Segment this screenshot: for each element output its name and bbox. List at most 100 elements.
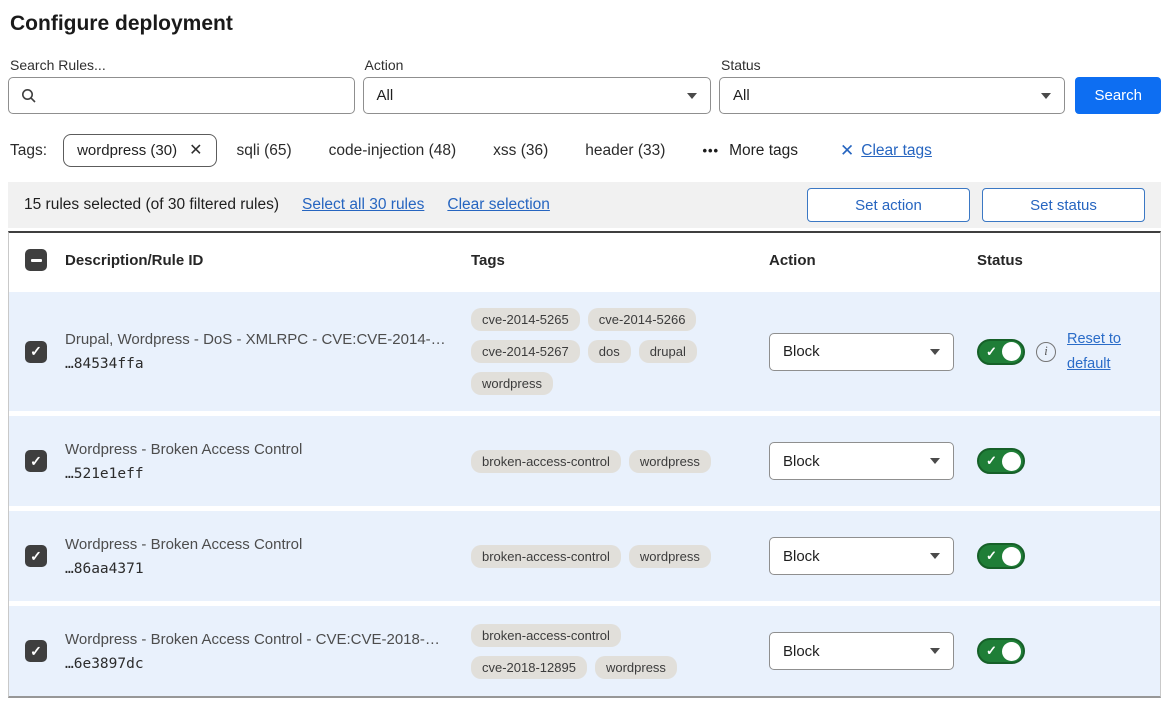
table-row: ✓ Drupal, Wordpress - DoS - XMLRPC - CVE… [9,292,1160,411]
tag-link-code-injection[interactable]: code-injection (48) [329,142,457,160]
selection-summary: 15 rules selected (of 30 filtered rules) [24,196,279,214]
tags-label: Tags: [10,142,47,160]
row-checkbox[interactable]: ✓ [25,341,47,363]
configure-deployment-page: Configure deployment Search Rules... Act… [0,0,1167,698]
column-header-status: Status [977,252,1160,269]
column-header-tags: Tags [471,252,761,269]
row-checkbox[interactable]: ✓ [25,640,47,662]
selected-tag-chip-wordpress[interactable]: wordpress (30) ✕ [63,134,216,167]
column-header-action: Action [769,252,969,269]
check-icon: ✓ [30,548,42,565]
tags-cell: broken-access-control wordpress [471,450,721,473]
chevron-down-icon [930,553,940,559]
check-icon: ✓ [30,343,42,360]
rule-description: Wordpress - Broken Access Control - CVE:… [65,631,463,648]
check-icon: ✓ [986,643,997,659]
tag-link-header[interactable]: header (33) [585,142,665,160]
action-cell: Block [769,442,969,480]
action-filter-value: All [377,87,394,104]
row-checkbox[interactable]: ✓ [25,545,47,567]
status-filter-select[interactable]: All [719,77,1066,114]
chevron-down-icon [1041,93,1051,99]
table-row: ✓ Wordpress - Broken Access Control …521… [9,416,1160,506]
action-select-value: Block [783,343,820,360]
rule-id: …84534ffa [65,356,463,372]
toggle-knob [1002,342,1021,361]
close-icon: ✕ [840,142,854,159]
check-icon: ✓ [986,344,997,360]
clear-selection-link[interactable]: Clear selection [447,196,550,214]
chevron-down-icon [687,93,697,99]
filter-row: Search Rules... Action All Status All Se… [8,57,1161,114]
chevron-down-icon [930,458,940,464]
action-select[interactable]: Block [769,632,954,670]
description-cell: Wordpress - Broken Access Control - CVE:… [65,631,463,672]
description-cell: Drupal, Wordpress - DoS - XMLRPC - CVE:C… [65,331,463,372]
select-all-checkbox[interactable] [25,249,47,271]
check-icon: ✓ [30,453,42,470]
close-icon[interactable]: ✕ [189,143,202,159]
more-tags-button[interactable]: ••• More tags [702,142,798,160]
rule-id: …6e3897dc [65,656,463,672]
status-toggle[interactable]: ✓ [977,543,1025,569]
action-filter-select[interactable]: All [363,77,711,114]
action-cell: Block [769,632,969,670]
search-input[interactable] [45,87,342,104]
status-cell: ✓ [977,638,1160,664]
search-button[interactable]: Search [1075,77,1161,114]
action-cell: Block [769,333,969,371]
reset-to-default-link[interactable]: Reset to default [1067,327,1133,376]
action-select[interactable]: Block [769,442,954,480]
tag-pill: broken-access-control [471,545,621,568]
tag-link-xss[interactable]: xss (36) [493,142,548,160]
tag-pill: cve-2014-5267 [471,340,580,363]
tag-pill: wordpress [629,450,711,473]
tag-link-sqli[interactable]: sqli (65) [237,142,292,160]
set-status-button[interactable]: Set status [982,188,1145,222]
tags-bar: Tags: wordpress (30) ✕ sqli (65) code-in… [8,134,1161,167]
tag-pill: wordpress [595,656,677,679]
bulk-action-buttons: Set action Set status [807,188,1145,222]
action-filter-label: Action [363,57,711,73]
table-row: ✓ Wordpress - Broken Access Control - CV… [9,606,1160,696]
toggle-knob [1002,452,1021,471]
info-icon[interactable]: i [1036,342,1056,362]
action-select[interactable]: Block [769,537,954,575]
status-filter-label: Status [719,57,1066,73]
rule-description: Wordpress - Broken Access Control [65,536,463,553]
description-cell: Wordpress - Broken Access Control …86aa4… [65,536,463,577]
action-cell: Block [769,537,969,575]
clear-tags-button[interactable]: ✕ Clear tags [840,142,932,160]
check-icon: ✓ [30,643,42,660]
rule-description: Wordpress - Broken Access Control [65,441,463,458]
status-filter-group: Status All [719,57,1066,114]
status-toggle[interactable]: ✓ [977,448,1025,474]
more-tags-label: More tags [729,142,798,160]
row-checkbox[interactable]: ✓ [25,450,47,472]
action-select[interactable]: Block [769,333,954,371]
tag-pill: cve-2014-5266 [588,308,697,331]
tag-pill: broken-access-control [471,624,621,647]
minus-icon [31,259,42,262]
set-action-button[interactable]: Set action [807,188,970,222]
tag-pill: cve-2018-12895 [471,656,587,679]
chevron-down-icon [930,648,940,654]
ellipsis-icon: ••• [702,143,719,158]
action-filter-group: Action All [363,57,711,114]
tag-pill: wordpress [629,545,711,568]
rules-table: Description/Rule ID Tags Action Status ✓… [8,231,1161,698]
select-all-link[interactable]: Select all 30 rules [302,196,424,214]
search-icon [21,88,37,104]
table-header-row: Description/Rule ID Tags Action Status [9,233,1160,287]
status-toggle[interactable]: ✓ [977,339,1025,365]
tag-pill: wordpress [471,372,553,395]
description-cell: Wordpress - Broken Access Control …521e1… [65,441,463,482]
table-row: ✓ Wordpress - Broken Access Control …86a… [9,511,1160,601]
action-select-value: Block [783,643,820,660]
status-toggle[interactable]: ✓ [977,638,1025,664]
check-icon: ✓ [986,453,997,469]
search-input-box[interactable] [8,77,355,114]
selection-bar: 15 rules selected (of 30 filtered rules)… [8,182,1161,228]
action-select-value: Block [783,453,820,470]
tags-cell: broken-access-control cve-2018-12895 wor… [471,624,721,679]
